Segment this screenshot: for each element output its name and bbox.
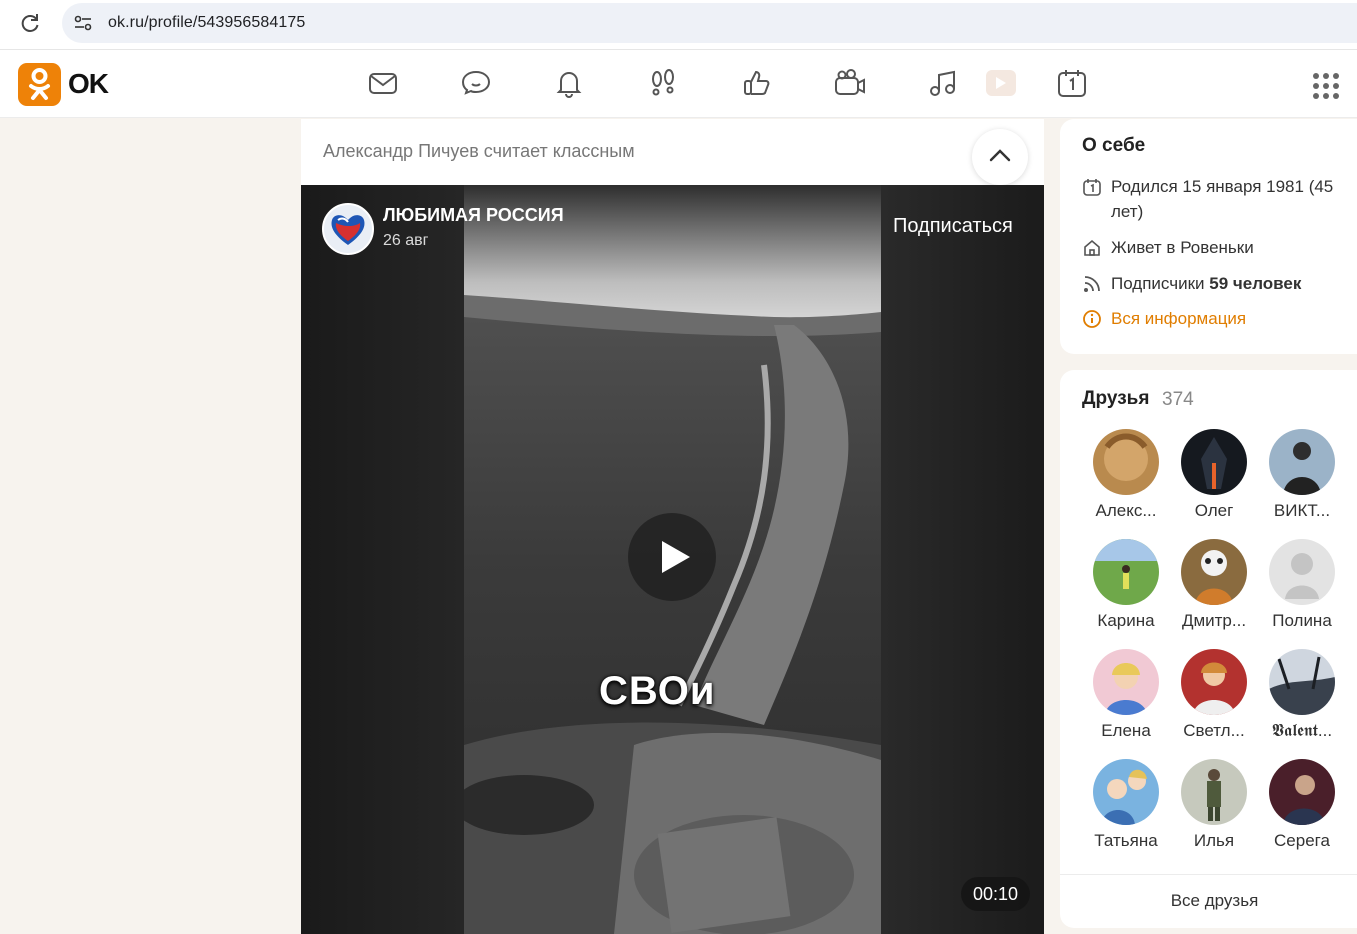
rss-icon [1082,274,1102,294]
video-blur-left [301,185,464,934]
friend-item[interactable]: Полина [1258,539,1346,639]
calendar-icon [1082,177,1102,197]
birth-text: Родился 15 января 1981 (45 лет) [1111,177,1334,221]
video-caption: СВОи [599,669,716,713]
subscribers-link[interactable]: 59 человек [1209,274,1301,293]
post-date: 26 авг [383,232,429,249]
lives-city-link[interactable]: Ровеньки [1180,238,1254,257]
friend-item[interactable]: Алекс... [1082,429,1170,529]
friend-avatar[interactable] [1181,649,1247,715]
friend-item[interactable]: Дмитр... [1170,539,1258,639]
friend-name[interactable]: 𝖁𝖆𝖑𝖊𝖓𝖙... [1258,721,1346,741]
channel-avatar[interactable] [322,203,374,255]
friend-item[interactable]: Карина [1082,539,1170,639]
friend-name[interactable]: Дмитр... [1170,611,1258,631]
friend-avatar[interactable] [1181,539,1247,605]
camera-icon[interactable] [833,66,867,100]
lives-row: Живет в Ровеньки [1082,235,1352,260]
info-icon [1082,309,1102,329]
play-button[interactable] [628,513,716,601]
friend-avatar[interactable] [1269,429,1335,495]
friend-item[interactable]: Светл... [1170,649,1258,749]
about-title: О себе [1082,135,1146,156]
friend-name[interactable]: Серега [1258,831,1346,851]
subscribe-button[interactable]: Подписаться [893,215,1013,238]
url-text[interactable]: ok.ru/profile/543956584175 [108,14,305,32]
video-blur-right [881,185,1044,934]
friends-card: Друзья 374 Алекс... Олег ВИКТ... Карина … [1060,370,1357,928]
chat-icon[interactable] [459,66,493,100]
play-icon [662,541,690,573]
friend-name[interactable]: Олег [1170,501,1258,521]
lives-label: Живет в [1111,238,1181,257]
all-friends-link[interactable]: Все друзья [1060,891,1357,911]
video-player[interactable]: ЛЮБИМАЯ РОССИЯ 26 авг Подписаться СВОи 0… [301,185,1044,934]
friend-avatar[interactable] [1093,759,1159,825]
ok-logo-icon[interactable] [18,63,61,106]
friend-item[interactable]: Татьяна [1082,759,1170,859]
feed-post-header: Александр Пичуев считает классным [301,119,1044,185]
friend-avatar[interactable] [1269,649,1335,715]
friend-avatar[interactable] [1093,649,1159,715]
friend-avatar[interactable] [1093,539,1159,605]
friend-name[interactable]: ВИКТ... [1258,501,1346,521]
friend-avatar[interactable] [1269,759,1335,825]
friend-item[interactable]: Елена [1082,649,1170,749]
friend-avatar[interactable] [1181,759,1247,825]
address-bar[interactable]: ok.ru/profile/543956584175 [62,3,1357,43]
friend-avatar[interactable] [1181,429,1247,495]
chevron-up-icon [989,149,1011,162]
home-icon [1082,238,1102,258]
friend-name[interactable]: Елена [1082,721,1170,741]
friend-name[interactable]: Карина [1082,611,1170,631]
video-icon[interactable] [983,66,1017,100]
collapse-button[interactable] [972,129,1028,185]
friend-name[interactable]: Илья [1170,831,1258,851]
friend-item[interactable]: Серега [1258,759,1346,859]
site-header: OK [0,50,1357,118]
like-icon[interactable] [740,66,774,100]
friend-item[interactable]: ВИКТ... [1258,429,1346,529]
mail-icon[interactable] [366,66,400,100]
feed-post: Александр Пичуев считает классным ЛЮБИМА… [301,119,1044,934]
birth-row: Родился 15 января 1981 (45 лет) [1082,174,1352,224]
subscribers-label: Подписчики [1111,274,1210,293]
friend-item[interactable]: 𝖁𝖆𝖑𝖊𝖓𝖙... [1258,649,1346,749]
bell-icon[interactable] [552,66,586,100]
channel-name[interactable]: ЛЮБИМАЯ РОССИЯ [383,205,564,226]
friend-avatar[interactable] [1093,429,1159,495]
guests-icon[interactable] [646,66,680,100]
friend-avatar[interactable] [1269,539,1335,605]
friend-item[interactable]: Илья [1170,759,1258,859]
apps-grid-icon[interactable] [1311,71,1341,101]
divider [1060,874,1357,875]
video-duration: 00:10 [961,877,1031,911]
music-icon[interactable] [926,66,960,100]
friend-name[interactable]: Алекс... [1082,501,1170,521]
friend-name[interactable]: Татьяна [1082,831,1170,851]
all-info-row[interactable]: Вся информация [1082,306,1352,331]
all-info-link[interactable]: Вся информация [1111,306,1352,331]
browser-toolbar: ok.ru/profile/543956584175 [0,0,1357,50]
ok-wordmark[interactable]: OK [68,68,109,100]
reload-icon[interactable] [18,11,42,35]
liker-text[interactable]: Александр Пичуев считает классным [323,141,635,162]
friend-name[interactable]: Светл... [1170,721,1258,741]
friend-item[interactable]: Олег [1170,429,1258,529]
calendar-icon[interactable] [1055,66,1089,100]
subscribers-row: Подписчики 59 человек [1082,271,1352,296]
friend-name[interactable]: Полина [1258,611,1346,631]
about-card: О себе Родился 15 января 1981 (45 лет) Ж… [1060,119,1357,354]
site-settings-icon[interactable] [72,12,94,34]
friends-title[interactable]: Друзья [1082,388,1149,410]
friends-count: 374 [1162,389,1194,410]
